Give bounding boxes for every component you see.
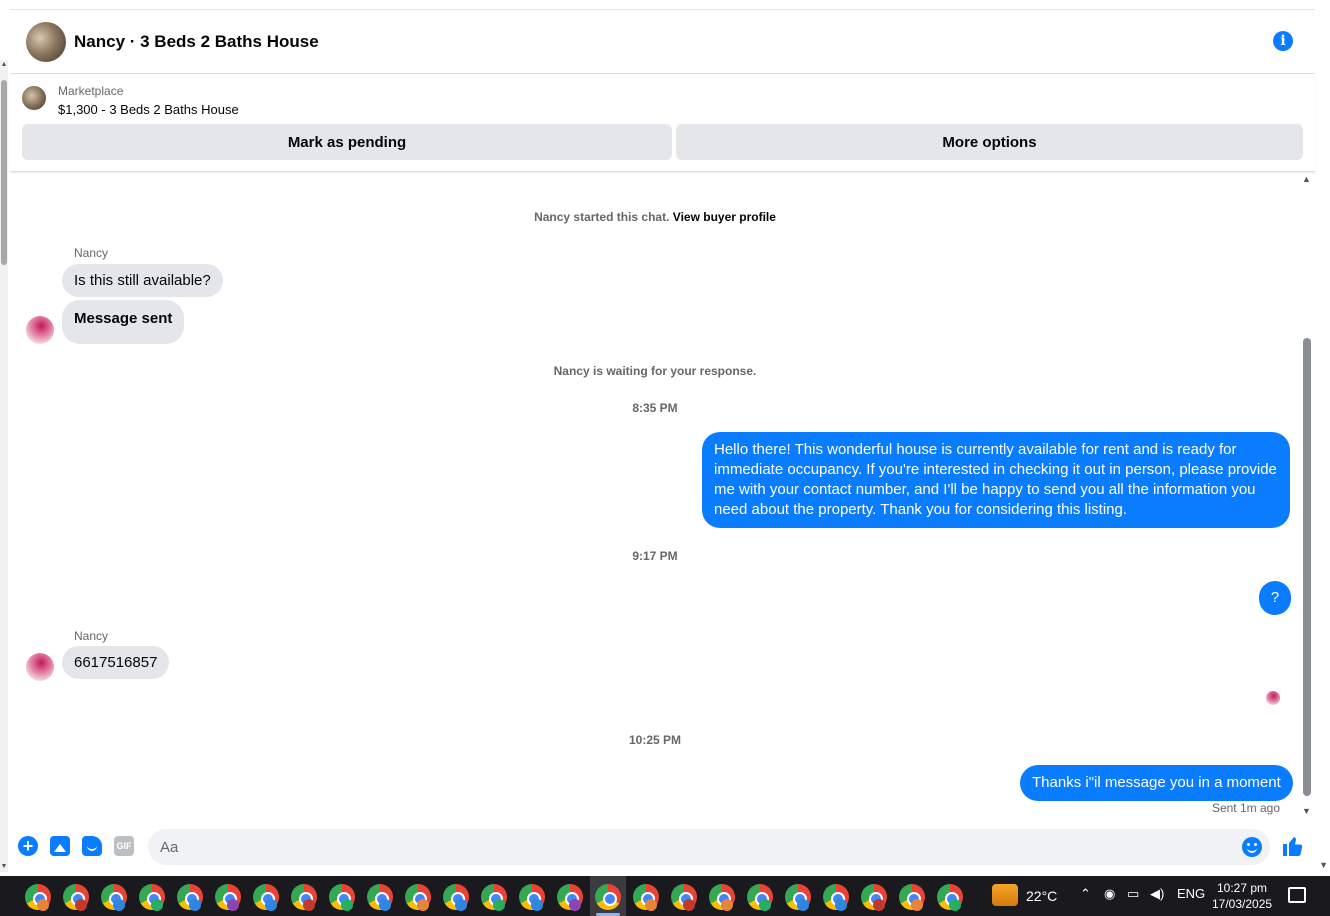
outgoing-message[interactable]: Thanks i"il message you in a moment (1020, 765, 1293, 801)
chat-started-text: Nancy started this chat. (534, 210, 670, 224)
seen-indicator-avatar (1266, 691, 1280, 705)
profile-badge (227, 899, 239, 911)
sender-avatar[interactable] (26, 653, 54, 681)
sender-name: Nancy (74, 246, 109, 260)
profile-badge (75, 899, 87, 911)
chevron-up-icon[interactable]: ⌃ (1080, 886, 1091, 902)
profile-badge (265, 899, 277, 911)
outgoing-message[interactable]: ? (1259, 581, 1291, 615)
sent-status: Sent 1m ago (1211, 801, 1280, 815)
weather-icon[interactable] (992, 884, 1018, 906)
chat-started-notice: Nancy started this chat. View buyer prof… (10, 210, 1300, 224)
waiting-notice: Nancy is waiting for your response. (553, 364, 757, 378)
profile-badge (531, 899, 543, 911)
volume-icon[interactable]: ◀) (1150, 886, 1164, 902)
profile-badge (37, 899, 49, 911)
profile-badge (721, 899, 733, 911)
sender-name: Nancy (74, 629, 109, 643)
system-clock[interactable]: 10:27 pm 17/03/2025 (1212, 880, 1272, 912)
view-buyer-profile-link[interactable]: View buyer profile (673, 210, 776, 224)
profile-badge (569, 899, 581, 911)
scroll-up-arrow[interactable]: ▲ (0, 60, 8, 70)
profile-badge (455, 899, 467, 911)
message-thread: Nancy started this chat. View buyer prof… (10, 172, 1300, 822)
profile-badge (493, 899, 505, 911)
conversation-title[interactable]: Nancy · 3 Beds 2 Baths House (74, 32, 319, 52)
notification-icon[interactable] (1288, 887, 1306, 903)
profile-badge (113, 899, 125, 911)
weather-temperature[interactable]: 22°C (1026, 888, 1057, 904)
outgoing-message[interactable]: Hello there! This wonderful house is cur… (702, 432, 1290, 528)
chat-scrollbar[interactable]: ▲ ▼ (1300, 172, 1314, 818)
network-icon[interactable]: ▭ (1127, 886, 1139, 902)
chrome-icon[interactable] (595, 884, 621, 910)
listing-title[interactable]: $1,300 - 3 Beds 2 Baths House (58, 102, 239, 117)
profile-badge (303, 899, 315, 911)
profile-badge (379, 899, 391, 911)
page-scrollbar[interactable]: ▲ ▼ (0, 60, 8, 872)
windows-taskbar: 22°C ⌃ ◉ ▭ ◀) ENG 10:27 pm 17/03/2025 (0, 876, 1330, 916)
marketplace-bar: Marketplace $1,300 - 3 Beds 2 Baths Hous… (10, 74, 1315, 172)
profile-badge (911, 899, 923, 911)
scroll-up-arrow[interactable]: ▲ (1302, 174, 1311, 184)
profile-badge (797, 899, 809, 911)
sticker-icon[interactable] (82, 836, 102, 856)
sender-avatar[interactable] (26, 316, 54, 344)
messenger-window: ▲ ▼ ▼ Nancy · 3 Beds 2 Baths House i Mar… (0, 0, 1330, 916)
timestamp: 9:17 PM (632, 549, 678, 563)
listing-avatar[interactable] (26, 21, 66, 62)
meet-icon[interactable]: ◉ (1104, 886, 1115, 902)
profile-badge (645, 899, 657, 911)
message-input[interactable] (148, 829, 1270, 865)
profile-badge (683, 899, 695, 911)
incoming-message[interactable]: Message sent (62, 300, 185, 344)
incoming-message[interactable]: 6617516857 (62, 646, 170, 679)
timestamp: 10:25 PM (628, 733, 682, 747)
emoji-icon[interactable] (1242, 837, 1262, 857)
right-scrollbar[interactable]: ▼ (1316, 0, 1330, 872)
info-icon[interactable]: i (1273, 31, 1293, 51)
more-options-button[interactable]: More options (676, 124, 1303, 160)
listing-thumbnail[interactable] (22, 86, 46, 110)
profile-badge (873, 899, 885, 911)
mark-as-pending-button[interactable]: Mark as pending (22, 124, 672, 160)
scroll-down-arrow[interactable]: ▼ (1302, 806, 1311, 816)
profile-badge (341, 899, 353, 911)
clock-time: 10:27 pm (1217, 881, 1268, 895)
scroll-down-arrow[interactable]: ▼ (1319, 860, 1328, 870)
timestamp: 8:35 PM (632, 401, 678, 415)
chat-scrollbar-thumb[interactable] (1303, 338, 1311, 796)
profile-badge (151, 899, 163, 911)
profile-badge (189, 899, 201, 911)
top-strip (10, 0, 1315, 10)
profile-badge (949, 899, 961, 911)
profile-badge (417, 899, 429, 911)
conversation-header: Nancy · 3 Beds 2 Baths House i (10, 10, 1315, 74)
like-icon[interactable] (1281, 834, 1305, 858)
message-composer: + GIF (10, 826, 1315, 868)
clock-date: 17/03/2025 (1212, 897, 1273, 911)
profile-badge (759, 899, 771, 911)
language-indicator[interactable]: ENG (1177, 886, 1205, 901)
plus-icon[interactable]: + (18, 836, 38, 856)
marketplace-label: Marketplace (58, 84, 124, 98)
image-icon[interactable] (50, 836, 70, 856)
profile-badge (835, 899, 847, 911)
scroll-down-arrow[interactable]: ▼ (0, 862, 8, 872)
page-scrollbar-thumb[interactable] (1, 80, 7, 265)
gif-icon[interactable]: GIF (114, 836, 134, 856)
incoming-message[interactable]: Is this still available? (62, 264, 223, 297)
